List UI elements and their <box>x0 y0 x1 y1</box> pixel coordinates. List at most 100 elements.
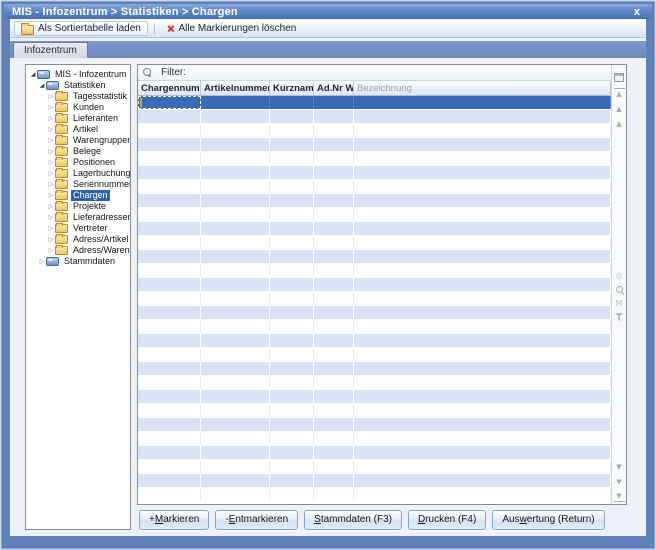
tab-infozentrum[interactable]: Infozentrum <box>13 42 88 58</box>
tree-item-lagerbuchungen[interactable]: ▷Lagerbuchungen <box>26 168 130 179</box>
table-row[interactable] <box>138 432 611 446</box>
tree-expander-expanded-icon[interactable]: ◢ <box>29 69 37 80</box>
table-row[interactable] <box>138 390 611 404</box>
table-row[interactable] <box>138 404 611 418</box>
markieren-button[interactable]: + Markieren <box>139 510 209 530</box>
column-header-bezeichnung[interactable]: Bezeichnung <box>354 81 611 95</box>
tree-expander-collapsed-icon[interactable]: ▷ <box>47 113 55 124</box>
tree-item-lieferanten[interactable]: ▷Lieferanten <box>26 113 130 124</box>
table-row[interactable] <box>138 152 611 166</box>
table-row[interactable] <box>138 320 611 334</box>
tree-item-belege[interactable]: ▷ Belege <box>26 146 130 157</box>
table-row[interactable] <box>138 418 611 432</box>
next-page-icon[interactable]: ▼ <box>614 476 625 487</box>
tree-item-label: Vertreter <box>71 223 110 234</box>
als-sortiertabelle-laden-button[interactable]: Als Sortiertabelle laden <box>14 21 148 36</box>
tree-item-projekte[interactable]: ▷Projekte <box>26 201 130 212</box>
table-row[interactable] <box>138 306 611 320</box>
column-header-ad-nr-we[interactable]: Ad.Nr WE <box>314 81 354 95</box>
tree-item-artikel[interactable]: ▷Artikel <box>26 124 130 135</box>
table-row[interactable] <box>138 334 611 348</box>
tree-item-statistiken[interactable]: ◢Statistiken <box>26 80 130 91</box>
table-row[interactable] <box>138 376 611 390</box>
tree-item-adress-warengruppen[interactable]: ▷Adress/Warengruppen <box>26 245 130 256</box>
tree-expander-collapsed-icon[interactable]: ▷ <box>47 190 55 201</box>
tree-item-lieferadressen[interactable]: ▷Lieferadressen <box>26 212 130 223</box>
goto-last-row-icon[interactable]: ▼ <box>614 491 625 502</box>
table-row[interactable] <box>138 292 611 306</box>
tree-item-adress-artikel[interactable]: ▷Adress/Artikel <box>26 234 130 245</box>
table-row[interactable] <box>138 236 611 250</box>
tree-expander-collapsed-icon[interactable]: ▷ <box>47 168 55 179</box>
goto-first-row-icon[interactable]: ▲ <box>614 88 625 99</box>
tree-item-mis-infozentrum[interactable]: ◢MIS - Infozentrum <box>26 69 130 80</box>
tree-item-label: Belege <box>71 146 103 157</box>
column-header-chargennummer[interactable]: Chargennummer▼ <box>138 81 201 95</box>
tree-item-warengruppen[interactable]: ▷Warengruppen <box>26 135 130 146</box>
tree-expander-collapsed-icon[interactable]: ▷ <box>38 256 46 267</box>
mark-icon[interactable]: M <box>614 298 625 309</box>
tree-expander-collapsed-icon[interactable]: ▷ <box>47 102 55 113</box>
table-row[interactable] <box>138 124 611 138</box>
text-caret <box>140 98 142 107</box>
close-icon[interactable]: x <box>630 6 644 18</box>
tree-item-vertreter[interactable]: ▷ Vertreter <box>26 223 130 234</box>
tree-item-tagesstatistik[interactable]: ▷ Tagesstatistik <box>26 91 130 102</box>
table-row[interactable] <box>138 362 611 376</box>
column-header-kurzname[interactable]: Kurzname <box>270 81 314 95</box>
tree-item-positionen[interactable]: ▷Positionen <box>26 157 130 168</box>
table-row[interactable] <box>138 138 611 152</box>
table-row[interactable] <box>138 96 611 110</box>
prev-row-icon[interactable]: ▲ <box>614 118 625 129</box>
drucken-f4-button[interactable]: Drucken (F4) <box>408 510 486 530</box>
table-row[interactable] <box>138 166 611 180</box>
folder-icon <box>55 136 68 145</box>
table-row[interactable] <box>138 264 611 278</box>
button-label-post: ertung (Return) <box>527 514 595 525</box>
next-row-icon[interactable]: ▼ <box>614 461 625 472</box>
table-row[interactable] <box>138 250 611 264</box>
tree-expander-collapsed-icon[interactable]: ▷ <box>47 179 55 190</box>
alle-markierungen-l-schen-button[interactable]: ×Alle Markierungen löschen <box>161 21 302 36</box>
entmarkieren-button[interactable]: - Entmarkieren <box>215 510 298 530</box>
tree-expander-collapsed-icon[interactable]: ▷ <box>47 135 55 146</box>
button-accel-key: S <box>314 514 321 525</box>
tree-expander-collapsed-icon[interactable]: ▷ <box>47 234 55 245</box>
tree-expander-collapsed-icon[interactable]: ▷ <box>47 157 55 168</box>
table-row[interactable] <box>138 110 611 124</box>
table-cell <box>314 376 354 389</box>
find-icon[interactable]: ◎ <box>614 270 625 281</box>
tree-expander-collapsed-icon[interactable]: ▷ <box>47 124 55 135</box>
tree-expander-collapsed-icon[interactable]: ▷ <box>47 212 55 223</box>
tree-expander-collapsed-icon[interactable]: ▷ <box>47 91 55 102</box>
tree-expander-collapsed-icon[interactable]: ▷ <box>47 146 55 157</box>
table-row[interactable] <box>138 278 611 292</box>
tree-expander-collapsed-icon[interactable]: ▷ <box>47 223 55 234</box>
column-chooser-icon[interactable] <box>614 73 624 82</box>
tree-expander-collapsed-icon[interactable]: ▷ <box>47 245 55 256</box>
table-row[interactable] <box>138 222 611 236</box>
table-row[interactable] <box>138 460 611 474</box>
table-row[interactable] <box>138 208 611 222</box>
focused-cell[interactable] <box>139 97 200 108</box>
search-icon[interactable] <box>615 285 624 294</box>
tree-item-chargen[interactable]: ▷Chargen <box>26 190 130 201</box>
auswertung-return-button[interactable]: Auswertung (Return) <box>492 510 604 530</box>
table-row[interactable] <box>138 180 611 194</box>
tree-item-label: Tagesstatistik <box>71 91 129 102</box>
table-row[interactable] <box>138 474 611 488</box>
tree-item-stammdaten[interactable]: ▷Stammdaten <box>26 256 130 267</box>
filter-funnel-icon[interactable] <box>615 313 623 321</box>
prev-page-icon[interactable]: ▲ <box>614 103 625 114</box>
tree-expander-collapsed-icon[interactable]: ▷ <box>47 201 55 212</box>
tree-expander-expanded-icon[interactable]: ◢ <box>38 80 46 91</box>
stammdaten-f3-button[interactable]: Stammdaten (F3) <box>304 510 402 530</box>
filter-row[interactable]: Filter: <box>138 65 611 81</box>
table-row[interactable] <box>138 194 611 208</box>
table-row[interactable] <box>138 348 611 362</box>
table-row[interactable] <box>138 488 611 502</box>
tree-item-kunden[interactable]: ▷Kunden <box>26 102 130 113</box>
column-header-artikelnummer[interactable]: Artikelnummer <box>201 81 270 95</box>
table-row[interactable] <box>138 446 611 460</box>
tree-item-seriennummern[interactable]: ▷Seriennummern <box>26 179 130 190</box>
